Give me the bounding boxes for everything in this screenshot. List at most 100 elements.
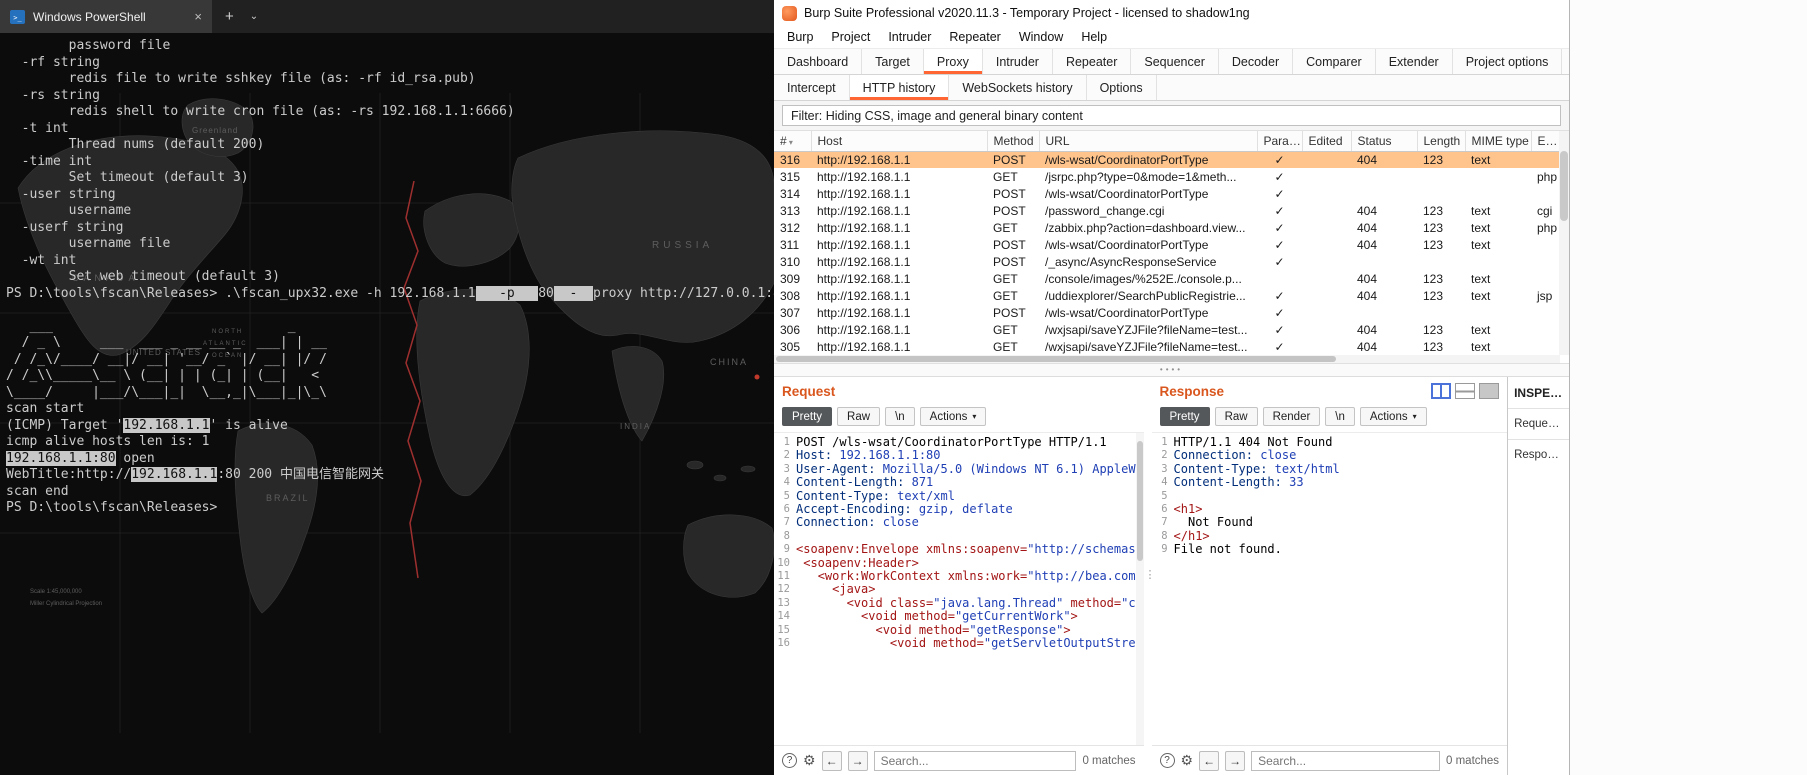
tab-user-options[interactable]: User options	[1562, 49, 1569, 74]
request-title: Request	[782, 383, 836, 399]
filter-settings-box[interactable]: Filter: Hiding CSS, image and general bi…	[782, 105, 1561, 126]
column-header-method[interactable]: Method	[987, 131, 1040, 152]
inspector-section-response-headers[interactable]: Response Headers	[1508, 439, 1569, 470]
gear-icon[interactable]: ⚙	[803, 752, 816, 769]
editor-line: 5	[1161, 489, 1168, 502]
subtab-options[interactable]: Options	[1087, 75, 1157, 100]
column-header-status[interactable]: Status	[1351, 131, 1418, 152]
table-row[interactable]: 316 http://192.168.1.1 POST/wls-wsat/Coord…	[774, 151, 1560, 168]
table-horizontal-scrollbar[interactable]	[774, 355, 1560, 363]
table-row[interactable]: 308 http://192.168.1.1 GET/uddiexplorer/Se…	[774, 287, 1560, 304]
tab-decoder[interactable]: Decoder	[1219, 49, 1294, 74]
view-button-actions[interactable]: Actions ▾	[919, 407, 987, 426]
menu-window[interactable]: Window	[1010, 30, 1072, 44]
tab-sequencer[interactable]: Sequencer	[1131, 49, 1219, 74]
column-header-extension[interactable]: Extension	[1531, 131, 1560, 152]
tab-dashboard[interactable]: Dashboard	[774, 49, 863, 74]
column-header-params[interactable]: Params	[1257, 131, 1303, 152]
terminal-line: 192.168.1.1:80 open	[6, 450, 155, 466]
table-row[interactable]: 313 http://192.168.1.1 POST/password_chang…	[774, 202, 1560, 219]
svg-text:Scale 1:45,000,000: Scale 1:45,000,000	[30, 589, 82, 595]
tab-target[interactable]: Target	[862, 49, 924, 74]
view-button-render[interactable]: Render	[1262, 407, 1321, 426]
subtab-http-history[interactable]: HTTP history	[849, 75, 950, 100]
tab-project-options[interactable]: Project options	[1453, 49, 1563, 74]
table-vertical-scrollbar[interactable]	[1559, 131, 1569, 355]
inspector-section-request-attributes[interactable]: Request Attributes	[1508, 408, 1569, 439]
editor-line: 6 Accept-Encoding: gzip, deflate	[783, 502, 1013, 517]
column-header-mime-type[interactable]: MIME type	[1465, 131, 1532, 152]
table-row[interactable]: 309 http://192.168.1.1 GET/console/images/…	[774, 270, 1560, 287]
view-button-pretty[interactable]: Pretty	[1159, 407, 1210, 426]
tab-extender[interactable]: Extender	[1376, 49, 1453, 74]
column-header-item[interactable]: #	[774, 131, 812, 152]
terminal-body[interactable]: Greenland RUSSIA CANADA UNITED STATES CHINA I…	[0, 33, 774, 775]
terminal-line: icmp alive hosts len is: 1	[6, 434, 210, 449]
gear-icon[interactable]: ⚙	[1181, 752, 1194, 769]
scrollbar-thumb[interactable]	[1136, 441, 1143, 561]
view-button-pretty[interactable]: Pretty	[782, 407, 833, 426]
menu-project[interactable]: Project	[822, 30, 879, 44]
terminal-line: (ICMP) Target '192.168.1.1' is alive	[6, 417, 288, 433]
menu-repeater[interactable]: Repeater	[940, 30, 1009, 44]
single-layout-icon[interactable]	[1479, 383, 1500, 399]
search-input[interactable]	[1251, 750, 1440, 771]
search-input[interactable]	[873, 750, 1077, 771]
match-count: 0 matches	[1082, 754, 1136, 767]
request-scrollbar[interactable]	[1135, 433, 1144, 745]
help-icon[interactable]: ?	[782, 753, 797, 768]
prev-match-button[interactable]: ←	[1199, 750, 1220, 771]
menu-bar: Burp Project Intruder Repeater Window Help	[774, 26, 1569, 49]
column-header-edited[interactable]: Edited	[1302, 131, 1352, 152]
column-header-url[interactable]: URL	[1039, 131, 1258, 152]
inspector-panel: INSPECTOR Request AttributesResponse Hea…	[1507, 377, 1569, 775]
table-row[interactable]: 311 http://192.168.1.1 POST/wls-wsat/Coord…	[774, 236, 1560, 253]
scrollbar-thumb[interactable]	[776, 356, 1336, 362]
next-match-button[interactable]: →	[1225, 750, 1246, 771]
menu-intruder[interactable]: Intruder	[879, 30, 940, 44]
burp-title-bar[interactable]: Burp Suite Professional v2020.11.3 - Tem…	[774, 0, 1569, 26]
view-button-actions[interactable]: Actions ▾	[1359, 407, 1427, 426]
scrollbar-thumb[interactable]	[1560, 151, 1568, 221]
table-row[interactable]: 315 http://192.168.1.1 GET/jsrpc.php?type=…	[774, 168, 1560, 185]
editor-line: 9 <soapenv:Envelope xmlns:soapenv="http:/…	[783, 542, 1143, 557]
editor-line: 4 Content-Length: 871	[783, 475, 934, 490]
table-row[interactable]: 306 http://192.168.1.1 GET/wxjsapi/saveYZJ…	[774, 321, 1560, 338]
request-editor[interactable]: 1 POST /wls-wsat/CoordinatorPortType HTTP…	[774, 432, 1144, 745]
terminal-tab[interactable]: >_ Windows PowerShell ×	[0, 0, 212, 33]
vertical-splitter[interactable]	[1144, 377, 1156, 775]
view-button-linebreak[interactable]: \n	[885, 407, 915, 426]
subtab-intercept[interactable]: Intercept	[774, 75, 850, 100]
tab-dropdown-button[interactable]: ⌄	[250, 11, 258, 22]
rows-layout-icon[interactable]	[1455, 383, 1476, 399]
request-view-buttons: Pretty Raw \n Actions ▾	[774, 405, 1144, 432]
column-header-host[interactable]: Host	[811, 131, 988, 152]
column-header-length[interactable]: Length	[1417, 131, 1466, 152]
horizontal-splitter[interactable]	[774, 363, 1569, 377]
table-row[interactable]: 305 http://192.168.1.1 GET/wxjsapi/saveYZJ…	[774, 338, 1560, 355]
help-icon[interactable]: ?	[1159, 753, 1175, 768]
view-button-linebreak[interactable]: \n	[1325, 407, 1355, 426]
subtab-websockets-history[interactable]: WebSockets history	[949, 75, 1087, 100]
tab-proxy[interactable]: Proxy	[923, 49, 983, 74]
table-row[interactable]: 312 http://192.168.1.1 GET/zabbix.php?acti…	[774, 219, 1560, 236]
prev-match-button[interactable]: ←	[821, 750, 842, 771]
view-button-raw[interactable]: Raw	[1214, 407, 1258, 426]
next-match-button[interactable]: →	[847, 750, 868, 771]
table-row[interactable]: 310 http://192.168.1.1 POST/_async/AsyncRe…	[774, 253, 1560, 270]
table-row[interactable]: 307 http://192.168.1.1 POST/wls-wsat/Coord…	[774, 304, 1560, 321]
menu-help[interactable]: Help	[1072, 30, 1116, 44]
tab-repeater[interactable]: Repeater	[1053, 49, 1132, 74]
request-panel: Request Pretty Raw \n Actions ▾ 1 POST /wls-w…	[774, 377, 1144, 775]
terminal-line: / /_\\_____\__ \ (__| | | (_| | (__| <	[6, 368, 320, 383]
columns-layout-icon[interactable]	[1431, 383, 1452, 399]
new-tab-button[interactable]: +	[225, 8, 234, 25]
tab-intruder[interactable]: Intruder	[983, 49, 1053, 74]
menu-burp[interactable]: Burp	[778, 30, 822, 44]
tab-comparer[interactable]: Comparer	[1293, 49, 1376, 74]
response-editor[interactable]: 1 HTTP/1.1 404 Not Found 2 Connection: clos…	[1151, 432, 1508, 745]
tab-close-icon[interactable]: ×	[194, 9, 202, 24]
editor-line: 3 User-Agent: Mozilla/5.0 (Windows NT 6.1…	[783, 461, 1143, 476]
view-button-raw[interactable]: Raw	[837, 407, 881, 426]
table-row[interactable]: 314 http://192.168.1.1 POST/wls-wsat/Coord…	[774, 185, 1560, 202]
